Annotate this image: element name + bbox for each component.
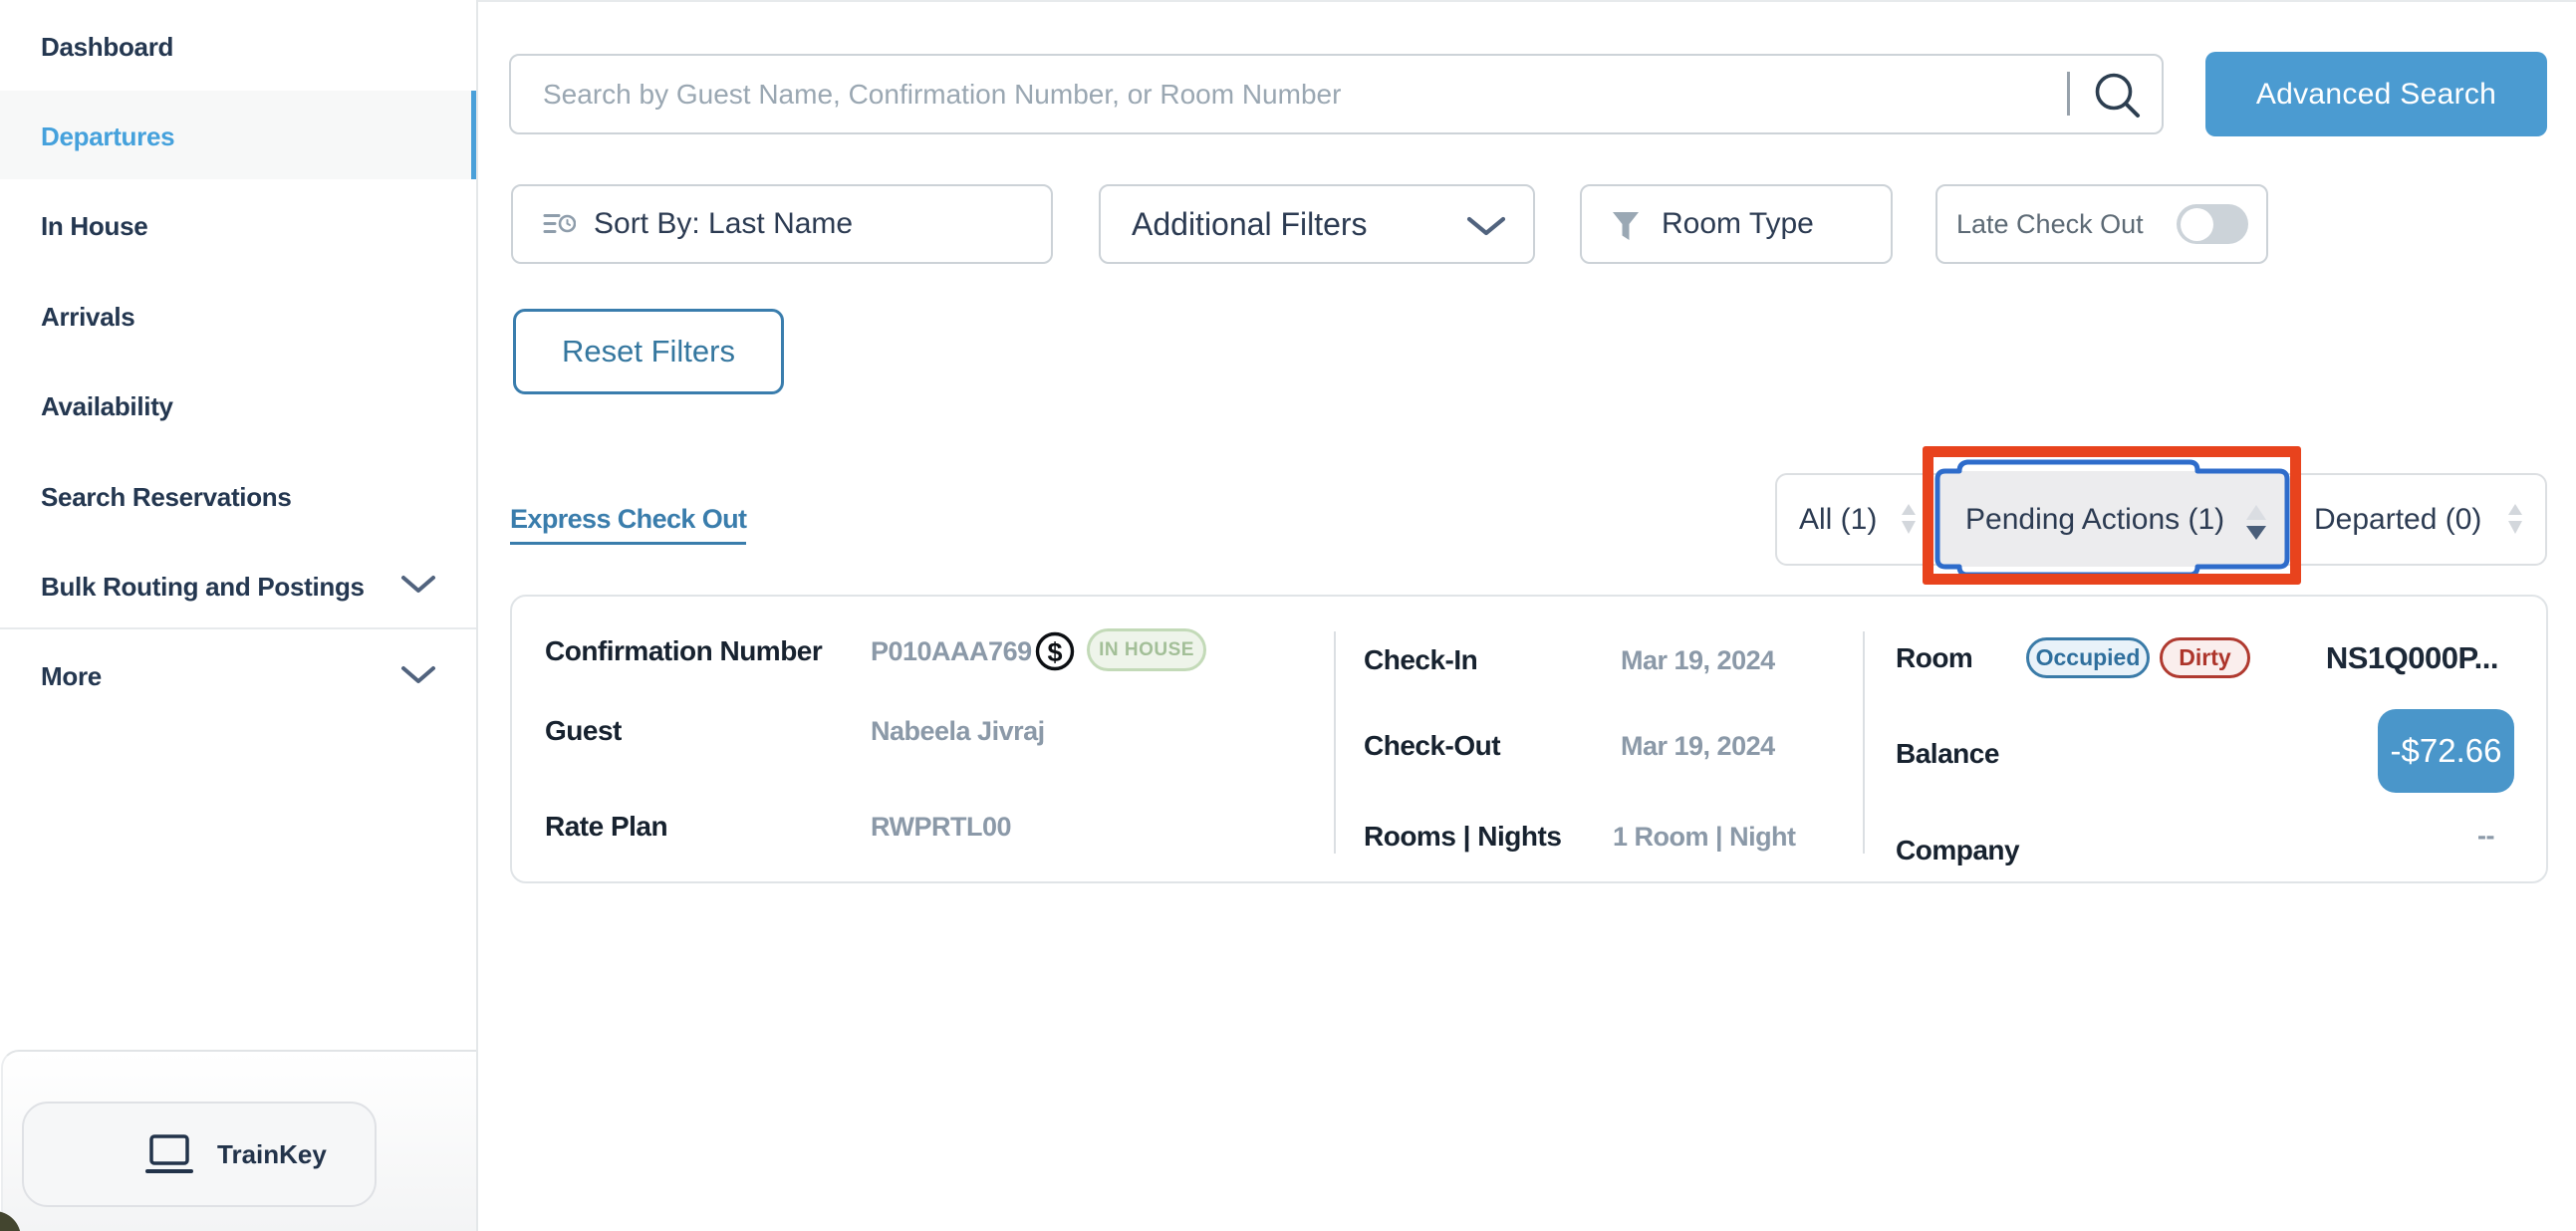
svg-text:$: $ xyxy=(1047,637,1062,667)
